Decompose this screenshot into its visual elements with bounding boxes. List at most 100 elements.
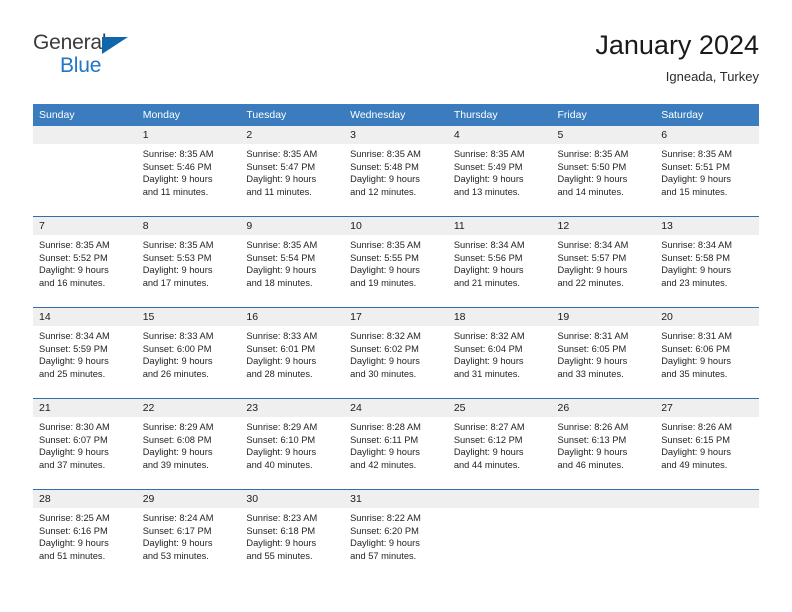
sunrise-text: Sunrise: 8:35 AM (350, 240, 421, 250)
sunset-text: Sunset: 6:01 PM (246, 343, 316, 354)
sunrise-text: Sunrise: 8:33 AM (246, 331, 318, 341)
day-details: Sunrise: 8:30 AM Sunset: 6:07 PM Daylight:… (33, 417, 137, 471)
calendar-day[interactable]: 23 Sunrise: 8:29 AM Sunset: 6:10 PM Dayligh… (240, 399, 345, 489)
daylight-text-line2: and 35 minutes. (661, 368, 728, 379)
sunset-text: Sunset: 5:46 PM (142, 161, 212, 172)
calendar-day[interactable]: 7 Sunrise: 8:35 AM Sunset: 5:52 PM Daylight… (33, 217, 137, 307)
calendar-day[interactable]: 21 Sunrise: 8:30 AM Sunset: 6:07 PM Dayligh… (33, 399, 137, 489)
calendar-day[interactable]: 10 Sunrise: 8:35 AM Sunset: 5:55 PM Dayligh… (344, 217, 448, 307)
sunset-text: Sunset: 5:52 PM (39, 252, 108, 263)
general-blue-logo[interactable]: General Blue (33, 28, 143, 84)
calendar-day[interactable]: 6 Sunrise: 8:35 AM Sunset: 5:51 PM Daylight… (655, 126, 759, 216)
daylight-text-line1: Daylight: 9 hours (142, 174, 213, 185)
sunset-text: Sunset: 6:05 PM (557, 343, 627, 354)
daylight-text-line2: and 21 minutes. (453, 277, 520, 288)
sunset-text: Sunset: 6:06 PM (661, 343, 730, 354)
calendar-cell: 8 Sunrise: 8:35 AM Sunset: 5:53 PM Daylight… (136, 216, 241, 308)
day-details: Sunrise: 8:22 AM Sunset: 6:20 PM Daylight:… (344, 508, 448, 562)
calendar-day[interactable]: 13 Sunrise: 8:34 AM Sunset: 5:58 PM Dayligh… (655, 217, 759, 307)
day-details (448, 508, 552, 512)
calendar-day[interactable]: 30 Sunrise: 8:23 AM Sunset: 6:18 PM Dayligh… (240, 490, 345, 580)
day-details: Sunrise: 8:33 AM Sunset: 6:00 PM Daylight:… (137, 326, 241, 380)
logo-triangle-icon (102, 37, 128, 54)
calendar-day[interactable]: 2 Sunrise: 8:35 AM Sunset: 5:47 PM Daylight… (240, 126, 345, 216)
daylight-text-line1: Daylight: 9 hours (661, 356, 731, 367)
calendar-cell (551, 489, 656, 580)
calendar-day[interactable]: 11 Sunrise: 8:34 AM Sunset: 5:56 PM Dayligh… (447, 217, 552, 307)
sunrise-text: Sunrise: 8:24 AM (142, 513, 214, 523)
sunrise-text: Sunrise: 8:26 AM (661, 422, 733, 432)
calendar-day[interactable]: 29 Sunrise: 8:24 AM Sunset: 6:17 PM Dayligh… (136, 490, 241, 580)
calendar-week-row: 21 Sunrise: 8:30 AM Sunset: 6:07 PM Dayligh… (33, 398, 759, 490)
daylight-text-line2: and 15 minutes. (661, 186, 728, 197)
sunset-text: Sunset: 5:56 PM (453, 252, 523, 263)
calendar-day[interactable]: 15 Sunrise: 8:33 AM Sunset: 6:00 PM Dayligh… (136, 308, 241, 398)
sunset-text: Sunset: 6:02 PM (350, 343, 419, 354)
day-number: 16 (240, 308, 345, 326)
daylight-text-line2: and 30 minutes. (350, 368, 417, 379)
calendar-day[interactable]: 5 Sunrise: 8:35 AM Sunset: 5:50 PM Daylight… (551, 126, 656, 216)
daylight-text-line1: Daylight: 9 hours (246, 265, 317, 276)
daylight-text-line1: Daylight: 9 hours (142, 538, 213, 549)
sunrise-text: Sunrise: 8:30 AM (39, 422, 110, 432)
weekday-header-friday: Friday (551, 104, 656, 126)
daylight-text-line1: Daylight: 9 hours (453, 447, 524, 458)
day-number (551, 490, 656, 508)
weekday-header-thursday: Thursday (447, 104, 552, 126)
calendar-day[interactable]: 22 Sunrise: 8:29 AM Sunset: 6:08 PM Dayligh… (136, 399, 241, 489)
calendar-week-row: 1 Sunrise: 8:35 AM Sunset: 5:46 PM Daylight… (33, 126, 759, 217)
calendar-day[interactable]: 9 Sunrise: 8:35 AM Sunset: 5:54 PM Daylight… (240, 217, 345, 307)
day-number: 3 (344, 126, 448, 144)
sunrise-text: Sunrise: 8:28 AM (350, 422, 421, 432)
sunrise-text: Sunrise: 8:22 AM (350, 513, 421, 523)
calendar-cell: 9 Sunrise: 8:35 AM Sunset: 5:54 PM Daylight… (240, 216, 345, 308)
calendar-day[interactable]: 8 Sunrise: 8:35 AM Sunset: 5:53 PM Daylight… (136, 217, 241, 307)
day-number (447, 490, 552, 508)
day-number: 26 (551, 399, 656, 417)
calendar-day[interactable]: 12 Sunrise: 8:34 AM Sunset: 5:57 PM Dayligh… (551, 217, 656, 307)
calendar-cell: 29 Sunrise: 8:24 AM Sunset: 6:17 PM Dayligh… (136, 489, 241, 580)
calendar-cell: 17 Sunrise: 8:32 AM Sunset: 6:02 PM Dayligh… (344, 307, 448, 399)
calendar-day[interactable]: 16 Sunrise: 8:33 AM Sunset: 6:01 PM Dayligh… (240, 308, 345, 398)
day-number: 20 (655, 308, 759, 326)
daylight-text-line1: Daylight: 9 hours (453, 174, 524, 185)
day-details: Sunrise: 8:35 AM Sunset: 5:53 PM Daylight:… (137, 235, 241, 289)
sunrise-text: Sunrise: 8:26 AM (557, 422, 629, 432)
day-number: 5 (551, 126, 656, 144)
calendar-day[interactable]: 3 Sunrise: 8:35 AM Sunset: 5:48 PM Daylight… (344, 126, 448, 216)
sunrise-text: Sunrise: 8:32 AM (350, 331, 421, 341)
calendar-day[interactable]: 27 Sunrise: 8:26 AM Sunset: 6:15 PM Dayligh… (655, 399, 759, 489)
calendar-day[interactable]: 31 Sunrise: 8:22 AM Sunset: 6:20 PM Dayligh… (344, 490, 448, 580)
calendar-day[interactable]: 14 Sunrise: 8:34 AM Sunset: 5:59 PM Dayligh… (33, 308, 137, 398)
day-details: Sunrise: 8:32 AM Sunset: 6:02 PM Daylight:… (344, 326, 448, 380)
calendar-day[interactable]: 28 Sunrise: 8:25 AM Sunset: 6:16 PM Dayligh… (33, 490, 137, 580)
day-details: Sunrise: 8:35 AM Sunset: 5:55 PM Daylight:… (344, 235, 448, 289)
calendar-cell: 27 Sunrise: 8:26 AM Sunset: 6:15 PM Dayligh… (655, 398, 759, 490)
calendar-day[interactable]: 4 Sunrise: 8:35 AM Sunset: 5:49 PM Daylight… (447, 126, 552, 216)
calendar-day[interactable]: 18 Sunrise: 8:32 AM Sunset: 6:04 PM Dayligh… (447, 308, 552, 398)
daylight-text-line1: Daylight: 9 hours (557, 356, 628, 367)
sunrise-text: Sunrise: 8:35 AM (453, 149, 525, 159)
calendar-day[interactable]: 20 Sunrise: 8:31 AM Sunset: 6:06 PM Dayligh… (655, 308, 759, 398)
calendar-cell: 30 Sunrise: 8:23 AM Sunset: 6:18 PM Dayligh… (240, 489, 345, 580)
day-details: Sunrise: 8:34 AM Sunset: 5:58 PM Daylight:… (655, 235, 759, 289)
sunrise-text: Sunrise: 8:34 AM (661, 240, 733, 250)
sunrise-text: Sunrise: 8:34 AM (453, 240, 525, 250)
calendar-day[interactable]: 1 Sunrise: 8:35 AM Sunset: 5:46 PM Daylight… (136, 126, 241, 216)
day-number: 9 (240, 217, 345, 235)
daylight-text-line2: and 25 minutes. (39, 368, 106, 379)
calendar-day[interactable]: 19 Sunrise: 8:31 AM Sunset: 6:05 PM Dayligh… (551, 308, 656, 398)
sunset-text: Sunset: 5:57 PM (557, 252, 627, 263)
sunset-text: Sunset: 5:48 PM (350, 161, 419, 172)
calendar-day[interactable]: 24 Sunrise: 8:28 AM Sunset: 6:11 PM Dayligh… (344, 399, 448, 489)
sunset-text: Sunset: 6:15 PM (661, 434, 730, 445)
daylight-text-line2: and 51 minutes. (39, 550, 106, 561)
calendar-day[interactable]: 25 Sunrise: 8:27 AM Sunset: 6:12 PM Dayligh… (447, 399, 552, 489)
calendar-cell: 18 Sunrise: 8:32 AM Sunset: 6:04 PM Dayligh… (447, 307, 552, 399)
page-header: General Blue January 2024 Igneada, Turke… (33, 28, 759, 100)
calendar-cell: 16 Sunrise: 8:33 AM Sunset: 6:01 PM Dayligh… (240, 307, 345, 399)
day-details: Sunrise: 8:27 AM Sunset: 6:12 PM Daylight:… (448, 417, 552, 471)
sunrise-text: Sunrise: 8:35 AM (39, 240, 110, 250)
calendar-day[interactable]: 26 Sunrise: 8:26 AM Sunset: 6:13 PM Dayligh… (551, 399, 656, 489)
calendar-day[interactable]: 17 Sunrise: 8:32 AM Sunset: 6:02 PM Dayligh… (344, 308, 448, 398)
